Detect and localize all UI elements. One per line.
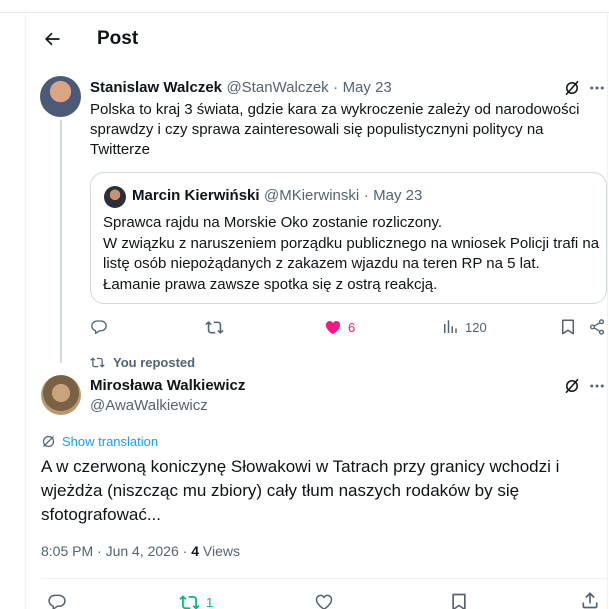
- views-number: 4: [191, 543, 199, 559]
- left-border: [25, 12, 26, 609]
- right-border: [607, 12, 608, 609]
- grok-icon: [565, 80, 579, 96]
- show-translation-button[interactable]: Show translation: [41, 434, 158, 449]
- page-header: Post: [26, 13, 607, 66]
- avatar-stanislaw[interactable]: [40, 76, 81, 117]
- more-icon: [590, 384, 604, 388]
- grok-button-main[interactable]: [562, 376, 582, 396]
- back-arrow-icon: [45, 32, 60, 46]
- share-icon: [589, 319, 605, 335]
- main-like-button[interactable]: [314, 592, 334, 609]
- quote-author-handle: @MKierwinski: [264, 187, 360, 204]
- main-tweet-text: A w czerwoną koniczynę Słowakowi w Tatra…: [41, 457, 560, 524]
- avatar-marcin: [104, 186, 126, 208]
- bookmark-icon: [452, 593, 466, 609]
- main-author-name[interactable]: Mirosława Walkiewicz: [90, 377, 245, 394]
- divider: [41, 578, 607, 579]
- quote-line: Łamanie prawa zawsze spotka się z ostrą …: [103, 275, 438, 293]
- quote-header: Marcin Kierwiński @MKierwinski · May 23: [132, 187, 422, 205]
- share-button[interactable]: [588, 318, 606, 336]
- grok-icon: [565, 378, 579, 394]
- grok-button[interactable]: [562, 78, 582, 98]
- repost-banner: You reposted: [90, 355, 195, 370]
- tweet-header: Stanislaw Walczek @StanWalczek · May 23: [90, 79, 392, 97]
- repost-small-icon: [90, 357, 105, 368]
- quote-line: Sprawca rajdu na Morskie Oko zostanie ro…: [103, 214, 443, 231]
- views-icon: [444, 320, 457, 333]
- like-icon: [315, 594, 333, 609]
- bookmark-button[interactable]: [559, 318, 577, 336]
- bookmark-icon: [562, 319, 574, 335]
- timestamp-text[interactable]: 8:05 PM · Jun 4, 2026 ·: [41, 543, 191, 559]
- like-icon: [325, 321, 341, 335]
- dot-separator: ·: [363, 187, 369, 204]
- views-label: Views: [199, 543, 240, 559]
- repost-icon: [179, 595, 200, 609]
- views-button[interactable]: 120: [441, 318, 487, 336]
- share-icon: [582, 592, 598, 609]
- main-repost-count: 1: [206, 595, 214, 609]
- thread-line: [60, 120, 62, 363]
- reply-icon: [48, 594, 66, 609]
- like-count: 6: [348, 319, 356, 335]
- page-title: Post: [97, 28, 139, 49]
- quote-date: May 23: [373, 187, 423, 204]
- author-name[interactable]: Stanislaw Walczek: [90, 79, 222, 96]
- author-handle[interactable]: @StanWalczek: [226, 79, 328, 96]
- views-count: 120: [465, 319, 487, 335]
- repost-button[interactable]: [205, 318, 224, 337]
- more-icon: [590, 86, 604, 90]
- tweet-timestamp: 8:05 PM · Jun 4, 2026 · 4 Views: [41, 543, 240, 559]
- translate-icon: [42, 435, 55, 448]
- main-author-handle[interactable]: @AwaWalkiewicz: [90, 397, 208, 414]
- quote-line: W związku z naruszeniem porządku publicz…: [103, 234, 600, 273]
- show-translation-label: Show translation: [62, 434, 159, 449]
- repost-icon: [205, 321, 224, 334]
- tweet-text: Polska to kraj 3 świata, gdzie kara za w…: [90, 101, 580, 158]
- main-bookmark-button[interactable]: [449, 592, 469, 609]
- main-repost-button[interactable]: 1: [179, 592, 213, 609]
- quote-author-name: Marcin Kierwiński: [132, 187, 260, 204]
- dot-separator: ·: [333, 79, 339, 96]
- repost-banner-text: You reposted: [113, 355, 196, 370]
- more-button-main[interactable]: [587, 376, 607, 396]
- back-button[interactable]: [40, 27, 64, 51]
- like-button[interactable]: 6: [324, 318, 355, 336]
- avatar-miroslawa[interactable]: [41, 375, 81, 415]
- more-button[interactable]: [587, 78, 607, 98]
- main-share-button[interactable]: [580, 590, 600, 609]
- quote-text: Sprawca rajdu na Morskie Oko zostanie ro…: [103, 213, 603, 295]
- main-reply-button[interactable]: [47, 592, 67, 609]
- tweet-date[interactable]: May 23: [343, 79, 392, 96]
- reply-icon: [91, 320, 107, 334]
- reply-button[interactable]: [90, 318, 108, 336]
- quote-card[interactable]: Marcin Kierwiński @MKierwinski · May 23 …: [90, 172, 607, 304]
